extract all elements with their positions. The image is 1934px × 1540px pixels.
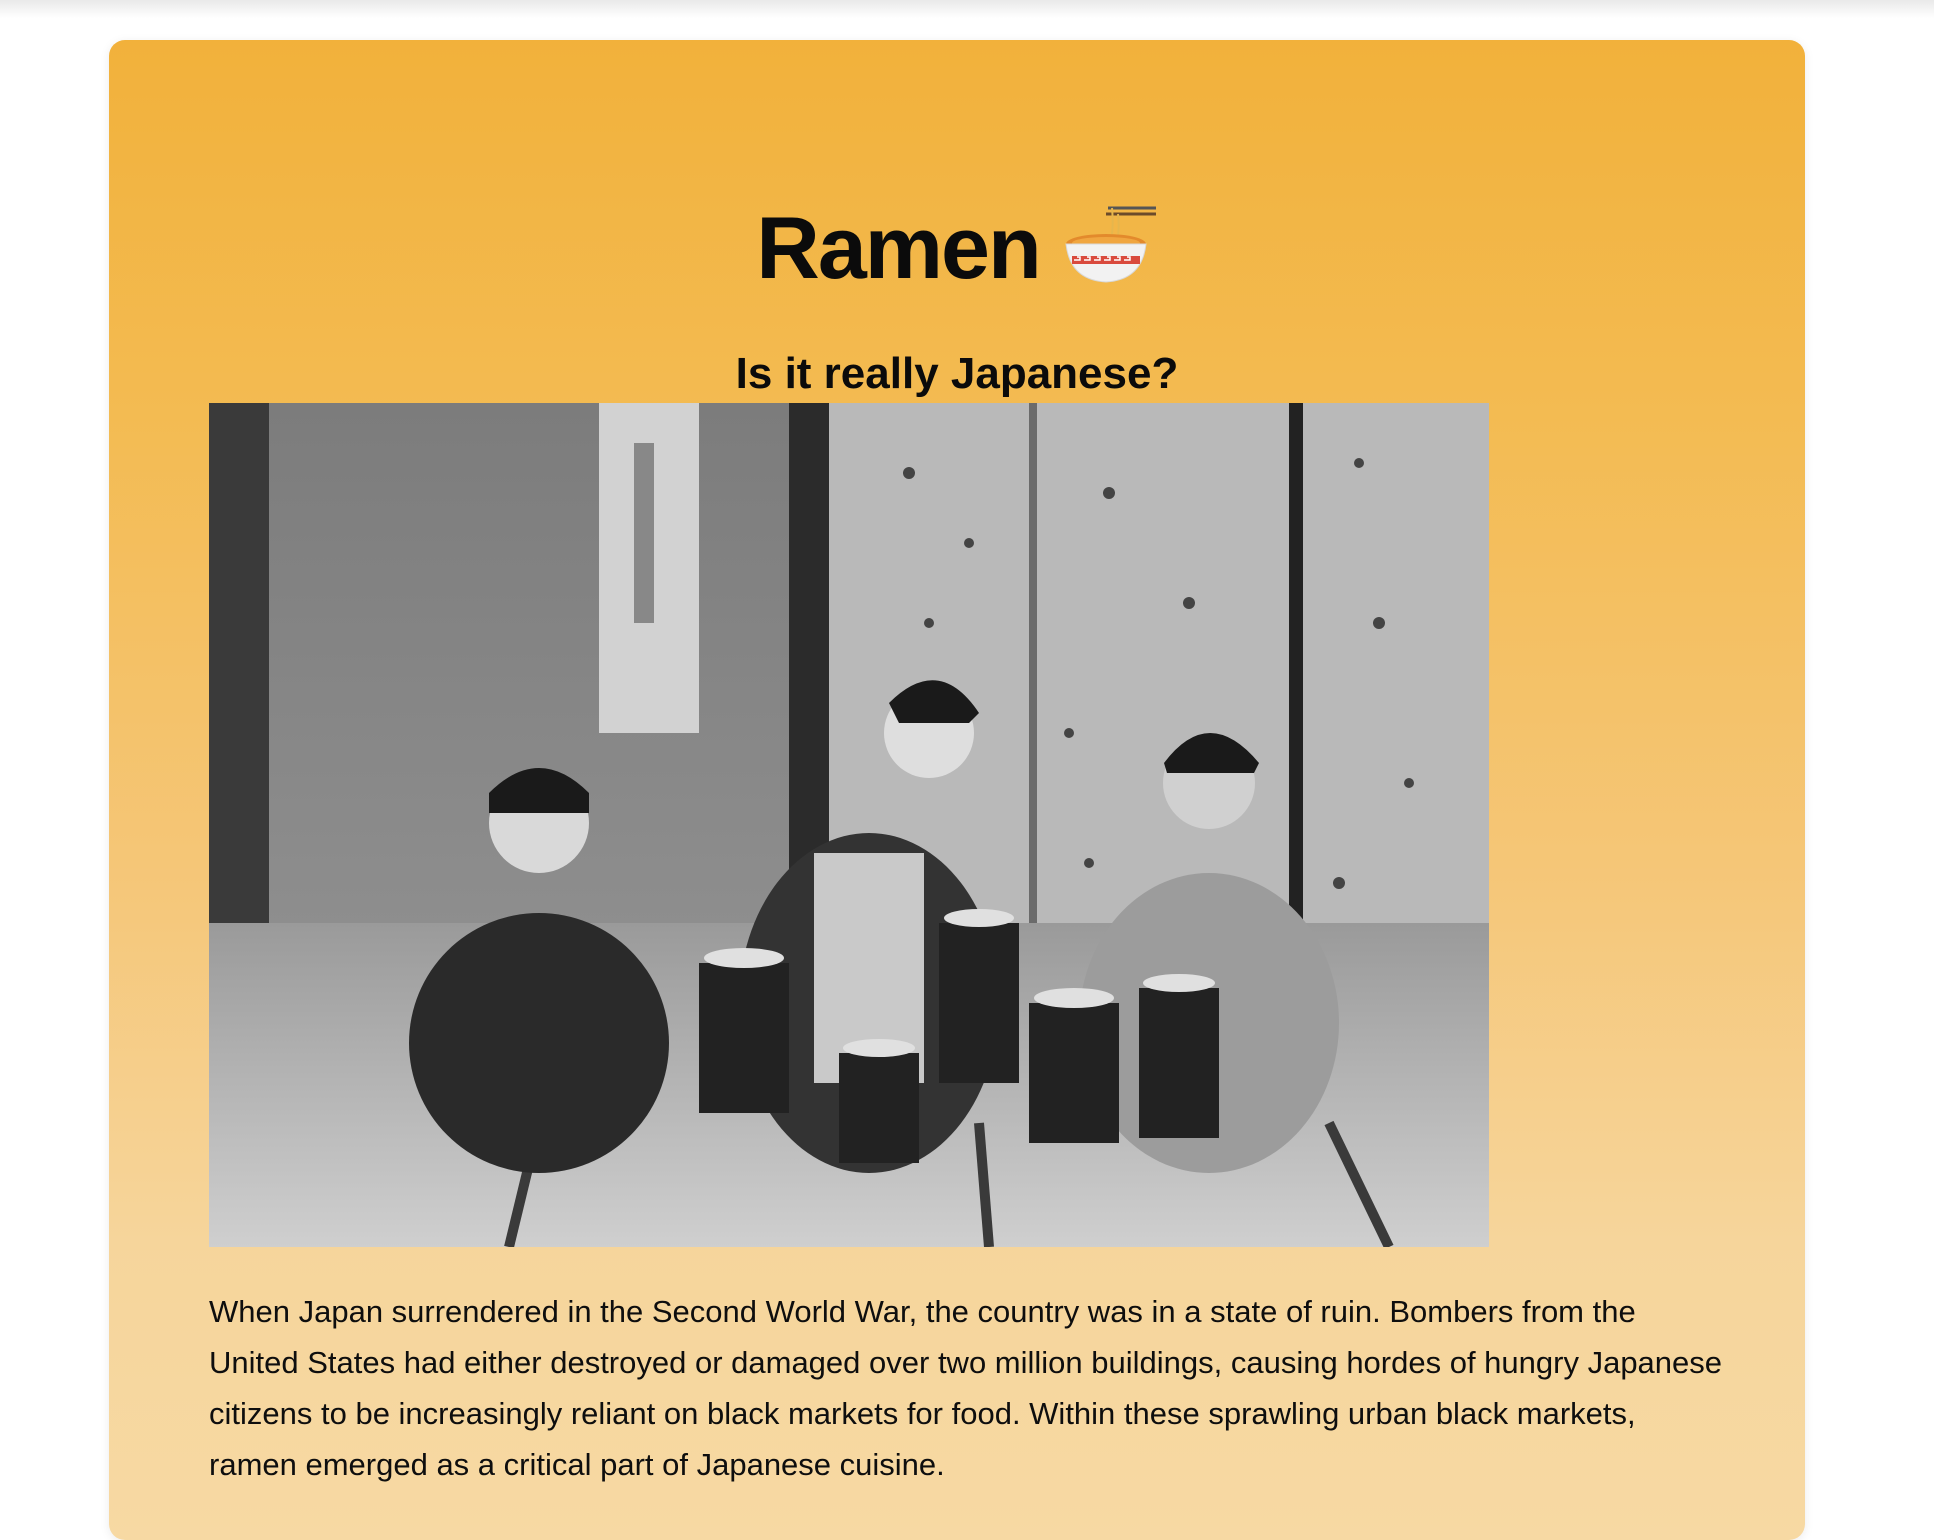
photo-illustration (209, 403, 1489, 1247)
browser-top-edge (0, 0, 1934, 18)
ramen-bowl-icon (1062, 200, 1158, 298)
article-paragraph: When Japan surrendered in the Second Wor… (209, 1294, 1723, 1482)
page-title: Ramen (109, 200, 1805, 298)
historic-photo (209, 403, 1489, 1247)
page-title-text: Ramen (756, 198, 1041, 297)
page-subtitle: Is it really Japanese? (735, 349, 1179, 398)
